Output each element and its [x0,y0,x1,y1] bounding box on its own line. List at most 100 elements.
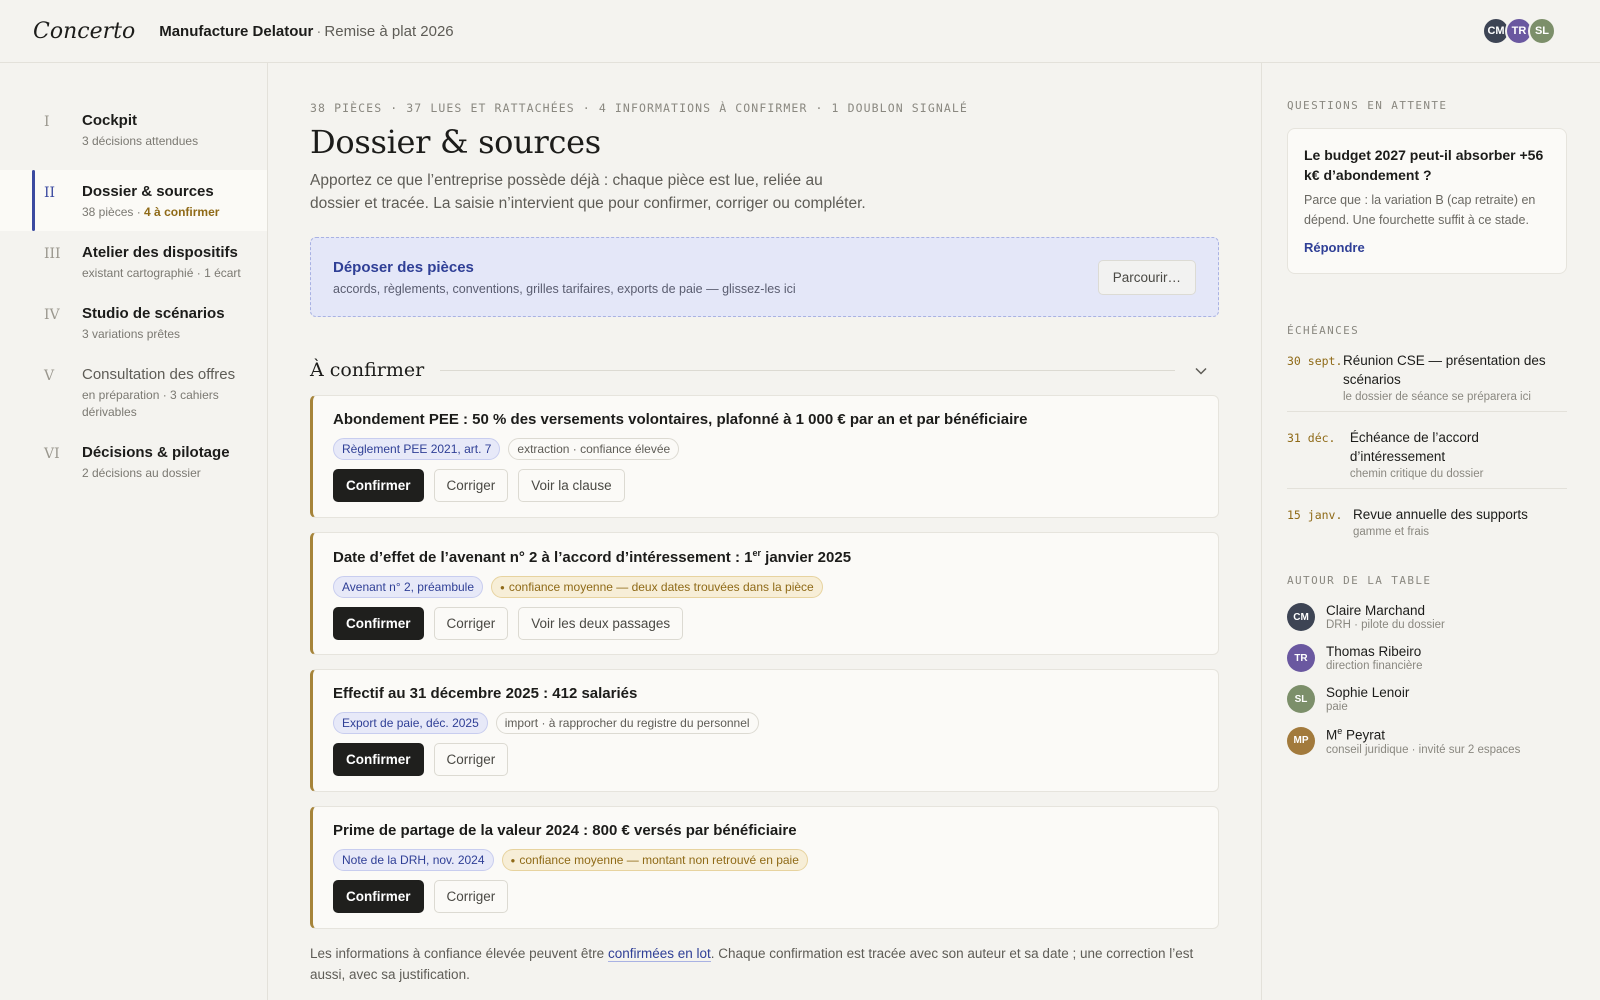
participant[interactable]: CM Claire Marchand DRH · pilote du dossi… [1287,603,1567,631]
sidebar-item-sub: 38 pièces · 4 à confirmer [82,205,220,219]
main-content: 38 PIÈCES · 37 LUES ET RATTACHÉES · 4 IN… [268,63,1261,1000]
chevron-down-icon[interactable] [1195,362,1207,378]
participant[interactable]: SL Sophie Lenoir paie [1287,685,1567,713]
confirm-button[interactable]: Confirmer [333,743,424,776]
card-title: Abondement PEE : 50 % des versements vol… [333,411,1028,428]
title-separator: · [316,22,322,40]
confirmation-card: Abondement PEE : 50 % des versements vol… [310,395,1219,518]
app-logo[interactable]: Concerto [33,19,135,44]
page-title: Dossier & sources [310,123,601,161]
deadline-note: gamme et frais [1353,526,1430,538]
confirm-button[interactable]: Confirmer [333,880,424,913]
participant-name: Thomas Ribeiro [1326,644,1422,659]
correct-button[interactable]: Corriger [433,743,509,776]
participant[interactable]: TR Thomas Ribeiro direction financière [1287,644,1567,672]
avatar: CM [1287,603,1315,631]
confirmation-card: Date d’effet de l’avenant n° 2 à l’accor… [310,532,1219,655]
confirmation-card: Effectif au 31 décembre 2025 : 412 salar… [310,669,1219,792]
source-tag[interactable]: Règlement PEE 2021, art. 7 [333,438,501,460]
view-passages-button[interactable]: Voir les deux passages [518,607,684,640]
deadline-date: 31 déc. [1287,431,1336,445]
step-number: IV [44,307,60,323]
source-tag[interactable]: Export de paie, déc. 2025 [333,712,488,734]
participant-role: DRH · pilote du dossier [1326,619,1445,631]
deadline-item[interactable]: 15 janv. Revue annuelle des supports gam… [1287,505,1567,546]
participant[interactable]: MP Me Peyrat conseil juridique · invité … [1287,726,1567,756]
participant-role: paie [1326,701,1348,713]
confidence-tag: import · à rapprocher du registre du per… [495,712,759,734]
confirmation-list: Abondement PEE : 50 % des versements vol… [310,395,1219,929]
view-clause-button[interactable]: Voir la clause [518,469,625,502]
sidebar-item-atelier[interactable]: III Atelier des dispositifs existant car… [0,231,267,292]
section-divider [440,369,1175,371]
correct-button[interactable]: Corriger [433,607,509,640]
sidebar-item-sub: en préparation · 3 cahiers dérivables [82,388,219,419]
confirmation-card: Prime de partage de la valeur 2024 : 800… [310,806,1219,929]
source-tag[interactable]: Note de la DRH, nov. 2024 [333,849,494,871]
batch-confirm-link[interactable]: confirmées en lot [607,946,711,962]
deadline-title: Échéance de l’accord d’intéressement [1349,430,1479,464]
sidebar-item-label: Atelier des dispositifs [82,244,238,261]
correct-button[interactable]: Corriger [433,469,509,502]
participant-name: Claire Marchand [1326,603,1426,618]
questions-heading: QUESTIONS EN ATTENTE [1287,99,1448,112]
dropzone-hint: accords, règlements, conventions, grille… [333,281,796,296]
question-body: Parce que : la variation B (cap retraite… [1304,193,1536,227]
batch-confirm-note: Les informations à confiance élevée peuv… [310,946,1194,982]
source-tag[interactable]: Avenant n° 2, préambule [333,576,483,598]
sidebar-item-label: Consultation des offres [82,366,236,383]
card-title: Date d’effet de l’avenant n° 2 à l’accor… [333,548,852,566]
participant-name: Me Peyrat [1326,726,1386,743]
deadline-date: 30 sept. [1287,354,1343,368]
dossier-stats: 38 PIÈCES · 37 LUES ET RATTACHÉES · 4 IN… [310,101,968,115]
section-title: À confirmer [310,359,425,381]
participant-role: conseil juridique · invité sur 2 espaces [1326,743,1521,756]
deadline-item[interactable]: 31 déc. Échéance de l’accord d’intéresse… [1287,428,1567,489]
sidebar-item-studio[interactable]: IV Studio de scénarios 3 variations prêt… [0,292,267,353]
step-number: III [44,246,61,262]
sidebar-item-sub: 3 décisions attendues [82,134,199,148]
deadline-item[interactable]: 30 sept. Réunion CSE — présentation des … [1287,351,1567,412]
step-number: VI [44,446,60,462]
deadline-title: Revue annuelle des supports [1353,507,1528,522]
sidebar-item-dossier-sources[interactable]: II Dossier & sources 38 pièces · 4 à con… [0,170,267,231]
sidebar-item-cockpit[interactable]: I Cockpit 3 décisions attendues [0,109,267,170]
sidebar-item-consultation[interactable]: V Consultation des offres en préparation… [0,353,267,431]
step-number: V [44,368,55,384]
header-avatars[interactable]: CM TR SL [1482,17,1556,45]
pending-question-card: Le budget 2027 peut-il absorber +56 k€ d… [1287,128,1567,274]
sidebar-item-label: Décisions & pilotage [82,444,230,461]
to-confirm-section-header[interactable]: À confirmer [310,359,1219,381]
question-title: Le budget 2027 peut-il absorber +56 k€ d… [1304,147,1544,183]
sidebar-item-label: Dossier & sources [82,183,214,200]
confidence-tag: confiance moyenne — montant non retrouvé… [501,849,808,871]
file-dropzone[interactable]: Déposer des pièces accords, règlements, … [310,237,1219,317]
sidebar-item-decisions[interactable]: VI Décisions & pilotage 2 décisions au d… [0,431,267,492]
card-title: Effectif au 31 décembre 2025 : 412 salar… [333,685,638,702]
answer-link[interactable]: Répondre [1304,240,1365,255]
deadline-note: chemin critique du dossier [1349,468,1484,480]
sidebar-item-sub: existant cartographié · 1 écart [82,266,241,280]
confirm-button[interactable]: Confirmer [333,607,424,640]
browse-button[interactable]: Parcourir… [1097,259,1196,295]
participant-name: Sophie Lenoir [1326,685,1410,700]
avatar: MP [1287,726,1315,755]
dropzone-title: Déposer des pièces [333,258,474,276]
sidebar-item-sub: 2 décisions au dossier [82,466,201,480]
participant-role: direction financière [1326,660,1423,672]
avatar: TR [1287,644,1315,672]
deadlines-list: 30 sept. Réunion CSE — présentation des … [1287,351,1567,546]
sidebar-item-label: Studio de scénarios [82,305,225,322]
participants-list: CM Claire Marchand DRH · pilote du dossi… [1287,603,1567,756]
page-lead: Apportez ce que l’entreprise possède déj… [310,172,866,212]
org-name: Manufacture Delatour [159,22,314,40]
deadline-note: le dossier de séance se préparera ici [1342,391,1531,403]
avatar[interactable]: SL [1528,17,1556,45]
right-panel: QUESTIONS EN ATTENTE Le budget 2027 peut… [1261,63,1600,1000]
correct-button[interactable]: Corriger [433,880,509,913]
confirm-button[interactable]: Confirmer [333,469,424,502]
card-title: Prime de partage de la valeur 2024 : 800… [333,822,797,839]
deadlines-heading: ÉCHÉANCES [1287,324,1360,337]
deadline-date: 15 janv. [1287,508,1343,522]
people-heading: AUTOUR DE LA TABLE [1287,574,1432,587]
